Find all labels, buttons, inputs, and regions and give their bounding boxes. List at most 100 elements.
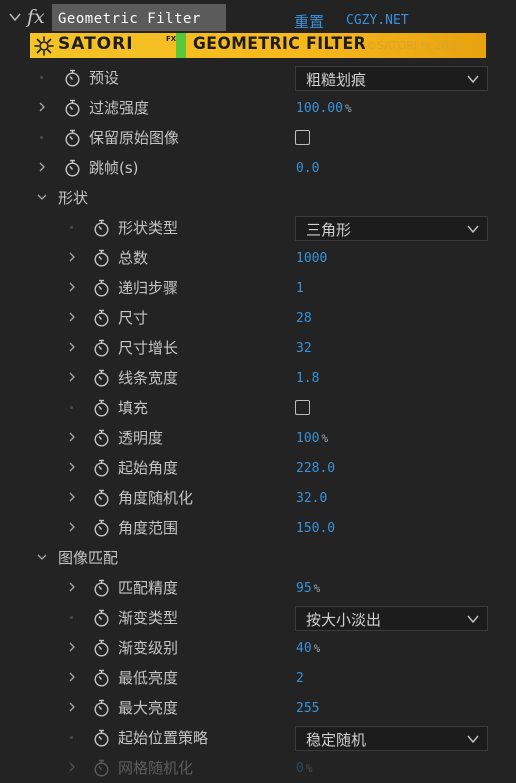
twirl-right-icon[interactable] [66, 281, 78, 293]
dropdown-selected-value: 粗糙划痕 [306, 71, 367, 89]
parameter-row: 匹配精度 95% [0, 573, 516, 603]
parameter-row: 透明度 100% [0, 423, 516, 453]
parameter-row: 保留原始图像 [0, 123, 516, 153]
dropdown-selected-value: 按大小淡出 [306, 611, 382, 629]
stopwatch-icon[interactable] [93, 399, 110, 417]
stopwatch-icon[interactable] [93, 249, 110, 267]
parameter-value[interactable]: 100% [296, 431, 328, 446]
parameter-value[interactable]: 0% [296, 761, 312, 776]
twirl-right-icon[interactable] [66, 461, 78, 473]
stopwatch-icon[interactable] [93, 699, 110, 717]
stopwatch-icon[interactable] [93, 369, 110, 387]
value-number[interactable]: 1.8 [296, 371, 319, 386]
value-number[interactable]: 32 [296, 341, 312, 356]
parameter-value[interactable]: 28 [296, 311, 312, 326]
stopwatch-icon[interactable] [93, 639, 110, 657]
stopwatch-icon[interactable] [93, 519, 110, 537]
twirl-right-icon[interactable] [66, 641, 78, 653]
stopwatch-icon[interactable] [93, 279, 110, 297]
stopwatch-icon[interactable] [93, 489, 110, 507]
value-number[interactable]: 255 [296, 701, 319, 716]
twirl-right-icon[interactable] [66, 251, 78, 263]
parameter-label: 填充 [118, 399, 149, 417]
parameter-label: 起始角度 [118, 459, 179, 477]
stopwatch-icon[interactable] [93, 429, 110, 447]
parameter-value[interactable]: 0.0 [296, 161, 319, 176]
stopwatch-icon[interactable] [93, 459, 110, 477]
site-link[interactable]: CGZY.NET [346, 13, 409, 28]
value-number[interactable]: 100.00 [296, 101, 343, 116]
value-unit: % [305, 762, 313, 775]
value-number[interactable]: 32.0 [296, 491, 327, 506]
value-number[interactable]: 0 [296, 761, 304, 776]
parameter-value[interactable]: 1.8 [296, 371, 319, 386]
twirl-right-icon[interactable] [36, 161, 48, 173]
parameter-dropdown[interactable]: 按大小淡出 [295, 606, 488, 631]
parameter-value[interactable]: 40% [296, 641, 320, 656]
stopwatch-icon[interactable] [64, 99, 81, 117]
group-row: 图像匹配 [0, 543, 516, 573]
value-number[interactable]: 1000 [296, 251, 327, 266]
twirl-right-icon[interactable] [66, 581, 78, 593]
twirl-right-icon[interactable] [66, 671, 78, 683]
value-unit: % [321, 432, 329, 445]
twirl-right-icon[interactable] [36, 101, 48, 113]
stopwatch-icon[interactable] [93, 729, 110, 747]
parameter-value[interactable]: 32 [296, 341, 312, 356]
stopwatch-icon[interactable] [93, 309, 110, 327]
value-number[interactable]: 0.0 [296, 161, 319, 176]
twirl-right-icon[interactable] [66, 521, 78, 533]
parameter-value[interactable]: 255 [296, 701, 319, 716]
twirl-right-icon[interactable] [66, 341, 78, 353]
collapse-chevron-icon[interactable] [8, 10, 22, 24]
parameter-value[interactable]: 1000 [296, 251, 327, 266]
stopwatch-icon[interactable] [93, 759, 110, 777]
parameter-checkbox[interactable] [295, 130, 310, 145]
parameter-label: 匹配精度 [118, 579, 179, 597]
stopwatch-icon[interactable] [64, 129, 81, 147]
twirl-right-icon[interactable] [66, 701, 78, 713]
value-number[interactable]: 28 [296, 311, 312, 326]
value-number[interactable]: 150.0 [296, 521, 335, 536]
value-number[interactable]: 228.0 [296, 461, 335, 476]
twirl-right-icon[interactable] [66, 311, 78, 323]
stopwatch-icon[interactable] [93, 669, 110, 687]
stopwatch-icon[interactable] [93, 609, 110, 627]
parameter-value[interactable]: 228.0 [296, 461, 335, 476]
stopwatch-icon[interactable] [93, 579, 110, 597]
value-number[interactable]: 40 [296, 641, 312, 656]
parameter-label: 尺寸 [118, 309, 149, 327]
parameter-value[interactable]: 100.00% [296, 101, 352, 116]
no-twirl-dot [70, 406, 73, 409]
parameter-dropdown[interactable]: 稳定随机 [295, 726, 488, 751]
twirl-down-icon[interactable] [36, 551, 48, 563]
value-number[interactable]: 100 [296, 431, 319, 446]
fx-toggle-icon[interactable]: fx [27, 6, 45, 28]
stopwatch-icon[interactable] [64, 159, 81, 177]
parameter-checkbox[interactable] [295, 400, 310, 415]
parameter-dropdown[interactable]: 粗糙划痕 [295, 66, 488, 91]
stopwatch-icon[interactable] [64, 69, 81, 87]
parameter-row: 起始位置策略 稳定随机 [0, 723, 516, 753]
parameter-value[interactable]: 95% [296, 581, 320, 596]
value-number[interactable]: 95 [296, 581, 312, 596]
twirl-right-icon[interactable] [66, 761, 78, 773]
parameter-value[interactable]: 2 [296, 671, 304, 686]
twirl-right-icon[interactable] [66, 371, 78, 383]
parameter-value[interactable]: 32.0 [296, 491, 327, 506]
parameter-value[interactable]: 1 [296, 281, 304, 296]
twirl-right-icon[interactable] [66, 491, 78, 503]
twirl-right-icon[interactable] [66, 431, 78, 443]
value-number[interactable]: 1 [296, 281, 304, 296]
value-number[interactable]: 2 [296, 671, 304, 686]
dropdown-selected-value: 三角形 [306, 221, 352, 239]
parameter-value[interactable]: 150.0 [296, 521, 335, 536]
parameter-label: 透明度 [118, 429, 164, 447]
stopwatch-icon[interactable] [93, 219, 110, 237]
parameter-row: 渐变类型 按大小淡出 [0, 603, 516, 633]
stopwatch-icon[interactable] [93, 339, 110, 357]
twirl-down-icon[interactable] [36, 191, 48, 203]
reset-button[interactable]: 重置 [294, 11, 324, 32]
effect-name-label[interactable]: Geometric Filter [52, 4, 226, 31]
parameter-dropdown[interactable]: 三角形 [295, 216, 488, 241]
